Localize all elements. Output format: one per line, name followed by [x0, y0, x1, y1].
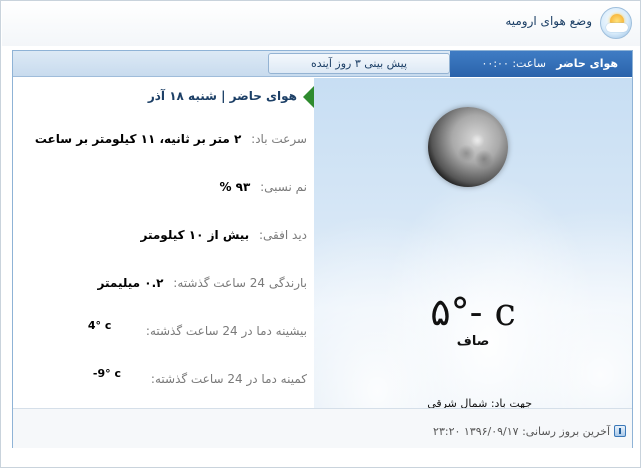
visibility-value: بیش از ۱۰ کیلومتر — [140, 228, 250, 242]
window-title: وضع هوای ارومیه — [505, 14, 592, 28]
min-temp-row: کمینه دما در 24 ساعت گذشته: -9° c — [93, 367, 307, 386]
last-update-text: آخرین بروز رسانی: ۱۳۹۶/۰۹/۱۷ ۲۳:۲۰ — [433, 425, 610, 438]
footer: آخرین بروز رسانی: ۱۳۹۶/۰۹/۱۷ ۲۳:۲۰ — [13, 408, 632, 448]
tab-current-label: هوای حاضر — [556, 57, 618, 70]
humidity-label: نم نسبی: — [260, 180, 307, 194]
visibility-label: دید افقی: — [259, 228, 307, 242]
min-temp-label: کمینه دما در 24 ساعت گذشته: — [150, 372, 307, 386]
green-arrow-icon — [303, 86, 314, 108]
details-section: هوای حاضر | شنبه ۱۸ آذر سرعت باد: ۲ متر … — [13, 78, 314, 408]
title-bar: وضع هوای ارومیه — [2, 2, 640, 46]
wind-speed-label: سرعت باد: — [251, 132, 307, 146]
tab-current-weather[interactable]: هوای حاضر ساعت: ۰۰:۰۰ — [450, 51, 632, 77]
wind-speed-value: ۲ متر بر ثانیه، ۱۱ کیلومتر بر ساعت — [34, 132, 242, 146]
tab-forecast-button[interactable]: پیش بینی ۳ روز آینده — [268, 53, 450, 74]
min-temp-value: -9° c — [92, 367, 121, 380]
time-label: ساعت: ۰۰:۰۰ — [481, 57, 546, 70]
max-temp-row: بیشینه دما در 24 ساعت گذشته: 4° c — [88, 319, 307, 338]
humidity-value: ۹۳ % — [219, 180, 251, 194]
weather-condition: صاف — [456, 334, 490, 349]
max-temp-label: بیشینه دما در 24 ساعت گذشته: — [145, 324, 307, 338]
weather-panel: هوای حاضر ساعت: ۰۰:۰۰ پیش بینی ۳ روز آین… — [12, 50, 633, 448]
current-temperature: ۵°- c — [430, 290, 516, 334]
current-date-title: هوای حاضر | شنبه ۱۸ آذر — [147, 89, 297, 103]
info-icon — [614, 425, 626, 437]
visibility-row: دید افقی: بیش از ۱۰ کیلومتر — [141, 228, 308, 242]
humidity-row: نم نسبی: ۹۳ % — [219, 180, 307, 194]
tab-bar: هوای حاضر ساعت: ۰۰:۰۰ پیش بینی ۳ روز آین… — [13, 51, 632, 77]
rain-row: بارندگی 24 ساعت گذشته: ۰.۲ میلیمتر — [98, 276, 307, 290]
wind-speed-row: سرعت باد: ۲ متر بر ثانیه، ۱۱ کیلومتر بر … — [35, 132, 307, 146]
max-temp-value: 4° c — [87, 319, 112, 332]
rain-label: بارندگی 24 ساعت گذشته: — [173, 276, 307, 290]
moon-icon — [428, 107, 508, 187]
weather-widget: وضع هوای ارومیه هوای حاضر ساعت: ۰۰:۰۰ پی… — [0, 0, 641, 468]
weather-image: ۵°- c صاف جهت باد: شمال شرقی — [314, 78, 632, 410]
rain-value: ۰.۲ میلیمتر — [97, 276, 164, 290]
weather-sun-cloud-icon — [600, 7, 632, 39]
